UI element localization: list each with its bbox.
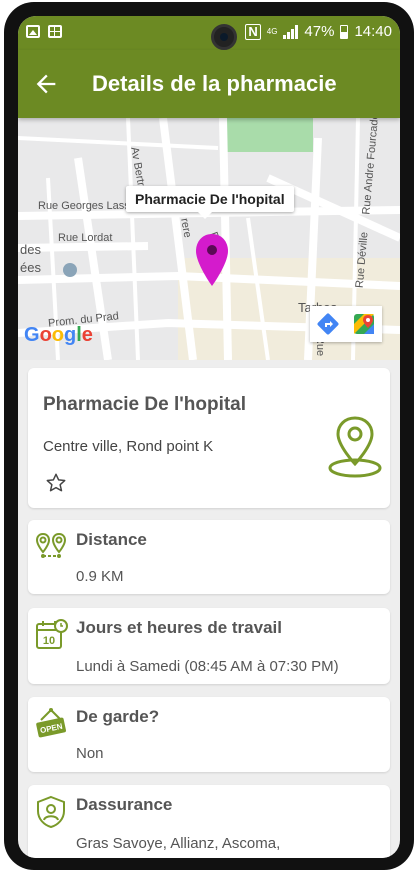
assurance-card: Dassurance Gras Savoye, Allianz, Ascoma, <box>28 785 390 858</box>
location-pin-icon <box>328 416 382 478</box>
clock: 14:40 <box>354 23 392 40</box>
google-logo: Google <box>24 324 93 346</box>
map-toolbar <box>310 306 382 342</box>
distance-card: Distance 0.9 KM <box>28 520 390 594</box>
garde-title: De garde? <box>76 707 160 726</box>
pharmacy-card: Pharmacie De l'hopital Centre ville, Ron… <box>28 368 390 508</box>
assurance-title: Dassurance <box>76 795 173 814</box>
garde-value: Non <box>76 745 104 762</box>
page-title: Details de la pharmacie <box>92 71 337 96</box>
directions-button[interactable] <box>310 306 346 342</box>
place-label: ées <box>20 260 41 275</box>
hours-value: Lundi à Samedi (08:45 AM à 07:30 PM) <box>76 658 339 675</box>
calendar-clock-icon: 10 <box>36 619 68 649</box>
distance-title: Distance <box>76 530 147 549</box>
battery-icon <box>340 24 349 39</box>
place-label: des <box>20 242 41 257</box>
hours-title: Jours et heures de travail <box>76 618 282 637</box>
front-camera <box>211 24 237 50</box>
street-label: Rue Lordat <box>58 232 113 244</box>
open-maps-button[interactable] <box>346 306 382 342</box>
directions-icon <box>317 313 339 335</box>
pharmacy-name: Pharmacie De l'hopital <box>43 394 247 415</box>
open-sign-icon: OPEN <box>36 708 66 738</box>
app-bar: Details de la pharmacie <box>18 50 400 118</box>
screen: N 4G 47% 14:40 Details de la pharmacie R… <box>18 16 400 858</box>
garde-card: OPEN De garde? Non <box>28 697 390 772</box>
phone-frame: N 4G 47% 14:40 Details de la pharmacie R… <box>4 2 414 870</box>
calendar-notification-icon <box>48 25 62 38</box>
hours-card: 10 Jours et heures de travail Lundi à Sa… <box>28 608 390 684</box>
map-view[interactable]: Rue Georges Lassalle Rue Lordat Av Bertr… <box>18 118 400 360</box>
calendar-day: 10 <box>43 635 55 647</box>
distance-value: 0.9 KM <box>76 568 124 585</box>
back-arrow-icon[interactable] <box>32 70 60 98</box>
marker-info-window[interactable]: Pharmacie De l'hopital <box>126 186 294 219</box>
network-type: 4G <box>266 26 278 36</box>
status-bar: N 4G 47% 14:40 <box>18 16 400 50</box>
distance-pins-icon <box>35 532 67 558</box>
gallery-notification-icon <box>26 25 40 38</box>
favorite-star-icon[interactable] <box>45 472 67 494</box>
signal-icon <box>283 24 299 39</box>
google-maps-icon <box>354 314 374 334</box>
assurance-value: Gras Savoye, Allianz, Ascoma, <box>76 835 281 852</box>
nfc-icon: N <box>245 23 261 40</box>
insurance-shield-icon <box>37 795 65 829</box>
battery-percent: 47% <box>304 23 335 40</box>
pharmacy-address: Centre ville, Rond point K <box>43 438 214 455</box>
map-pin-icon[interactable] <box>194 232 230 288</box>
